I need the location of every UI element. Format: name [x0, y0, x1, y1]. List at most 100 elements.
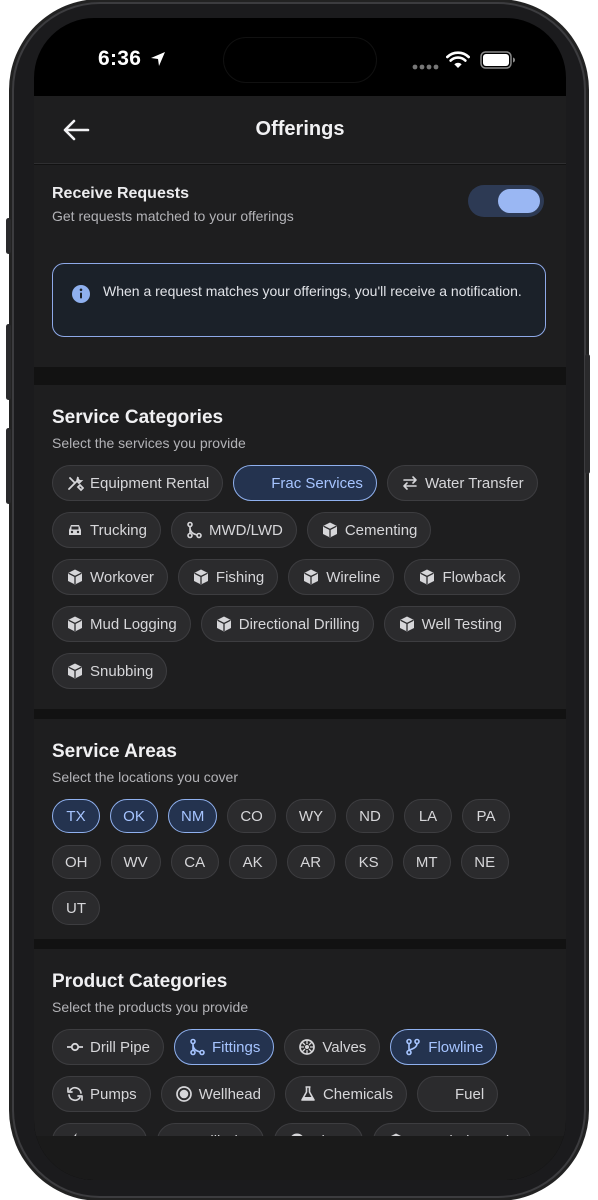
top-app-bar: Offerings — [34, 96, 566, 164]
pipe-icon — [66, 1038, 84, 1056]
area-chip-pa[interactable]: PA — [462, 799, 510, 833]
screen: 6:36 Offerings Receive Requests Get requ… — [34, 18, 566, 1180]
product-chip-label: Wellhead — [198, 1085, 261, 1103]
cube-icon — [192, 568, 210, 586]
product-categories-section: Product Categories Select the products y… — [34, 949, 566, 1136]
service-chip-fishing[interactable]: Fishing — [177, 559, 279, 595]
product-chip-drill-pipe[interactable]: Drill Pipe — [52, 1029, 165, 1065]
product-chip-fittings[interactable]: Fittings — [174, 1029, 275, 1065]
area-chip-label: NE — [474, 853, 496, 871]
service-chip-label: Flowback — [442, 568, 506, 586]
area-chip-ok[interactable]: OK — [110, 799, 158, 833]
product-chip-flowline[interactable]: Flowline — [390, 1029, 498, 1065]
home-indicator-area — [34, 1136, 566, 1180]
service-areas-chips: TX OK NM CO WY ND LA PA OH WV CA AK AR KS MT NE UT — [52, 799, 552, 937]
area-chip-ak[interactable]: AK — [228, 845, 277, 879]
product-chip-plugs[interactable]: Plugs — [273, 1123, 364, 1136]
cube-icon — [66, 662, 84, 680]
area-chip-mt[interactable]: MT — [402, 845, 451, 879]
area-chip-label: OH — [65, 853, 88, 871]
service-categories-title: Service Categories — [52, 407, 224, 428]
service-chip-snubbing[interactable]: Snubbing — [52, 653, 168, 689]
area-chip-nd[interactable]: ND — [346, 799, 394, 833]
service-categories-chips: Equipment Rental Frac Services Water Trans… — [52, 465, 552, 700]
mute-switch — [6, 218, 11, 254]
receive-requests-title: Receive Requests — [52, 185, 189, 202]
flowline-icon — [404, 1038, 422, 1056]
service-chip-trucking[interactable]: Trucking — [52, 512, 161, 548]
product-chip-pumps[interactable]: Pumps — [52, 1076, 151, 1112]
service-categories-subtitle: Select the services you provide — [52, 435, 246, 451]
area-chip-label: PA — [476, 807, 496, 825]
transfer-icon — [401, 474, 419, 492]
area-chip-ne[interactable]: NE — [460, 845, 509, 879]
receive-requests-toggle[interactable] — [468, 185, 544, 217]
product-chip-power[interactable]: Power — [52, 1123, 147, 1136]
volume-up-button — [6, 324, 11, 400]
area-chip-tx[interactable]: TX — [52, 799, 100, 833]
area-chip-ar[interactable]: AR — [286, 845, 335, 879]
product-chip-chemicals[interactable]: Chemicals — [284, 1076, 407, 1112]
service-chip-label: Directional Drilling — [238, 615, 360, 633]
cube-icon — [321, 521, 339, 539]
area-chip-oh[interactable]: OH — [52, 845, 101, 879]
product-chip-fuel[interactable]: Fuel — [416, 1076, 499, 1112]
service-chip-label: Mud Logging — [90, 615, 177, 633]
area-chip-wv[interactable]: WV — [110, 845, 161, 879]
area-chip-la[interactable]: LA — [404, 799, 452, 833]
droplet-icon — [247, 474, 265, 492]
signal-dots-icon — [412, 64, 439, 70]
area-chip-ks[interactable]: KS — [344, 845, 393, 879]
area-chip-label: AR — [300, 853, 322, 871]
area-chip-ut[interactable]: UT — [52, 891, 100, 925]
cube-icon — [66, 568, 84, 586]
service-chip-directional-drilling[interactable]: Directional Drilling — [200, 606, 374, 642]
service-chip-label: Frac Services — [271, 474, 363, 492]
service-chip-workover[interactable]: Workover — [52, 559, 168, 595]
service-chip-well-testing[interactable]: Well Testing — [383, 606, 516, 642]
product-chip-label: Fuel — [454, 1085, 485, 1103]
service-chip-mwd-lwd[interactable]: MWD/LWD — [170, 512, 297, 548]
service-chip-label: Trucking — [90, 521, 147, 539]
service-chip-wireline[interactable]: Wireline — [288, 559, 395, 595]
wellhead-icon — [175, 1085, 193, 1103]
receive-requests-row: Receive Requests Get requests matched to… — [34, 165, 566, 243]
cube-icon — [398, 615, 416, 633]
product-chip-label: Fittings — [212, 1038, 261, 1056]
tools-icon — [66, 474, 84, 492]
service-areas-title: Service Areas — [52, 741, 178, 762]
service-chip-mud-logging[interactable]: Mud Logging — [52, 606, 191, 642]
flame-icon — [431, 1085, 449, 1103]
flask-icon — [299, 1085, 317, 1103]
product-chip-downhole-tools[interactable]: Downhole Tools — [373, 1123, 531, 1136]
area-chip-label: CA — [184, 853, 206, 871]
product-chip-label: Drill Pipe — [90, 1038, 151, 1056]
info-icon — [72, 285, 90, 303]
area-chip-label: OK — [123, 807, 145, 825]
service-chip-cementing[interactable]: Cementing — [306, 512, 432, 548]
service-chip-equipment-rental[interactable]: Equipment Rental — [52, 465, 224, 501]
service-chip-label: Cementing — [344, 521, 418, 539]
product-chip-wellhead[interactable]: Wellhead — [160, 1076, 275, 1112]
area-chip-label: ND — [359, 807, 381, 825]
service-chip-water-transfer[interactable]: Water Transfer — [386, 465, 538, 501]
cube-icon — [418, 568, 436, 586]
cube-icon — [215, 615, 233, 633]
area-chip-label: WV — [123, 853, 148, 871]
service-chip-flowback[interactable]: Flowback — [404, 559, 520, 595]
wifi-icon — [446, 51, 470, 68]
area-chip-label: MT — [415, 853, 438, 871]
area-chip-ca[interactable]: CA — [170, 845, 219, 879]
product-chip-drill-bits[interactable]: Drill Bits — [156, 1123, 264, 1136]
page-title: Offerings — [255, 118, 345, 140]
area-chip-wy[interactable]: WY — [285, 799, 336, 833]
area-chip-nm[interactable]: NM — [168, 799, 218, 833]
toggle-knob — [498, 189, 540, 213]
service-chip-label: Equipment Rental — [90, 474, 210, 492]
service-chip-frac-services[interactable]: Frac Services — [233, 465, 377, 501]
area-chip-label: CO — [240, 807, 263, 825]
service-chip-label: Fishing — [215, 568, 265, 586]
area-chip-co[interactable]: CO — [227, 799, 276, 833]
product-chip-valves[interactable]: Valves — [284, 1029, 381, 1065]
area-chip-label: NM — [181, 807, 205, 825]
